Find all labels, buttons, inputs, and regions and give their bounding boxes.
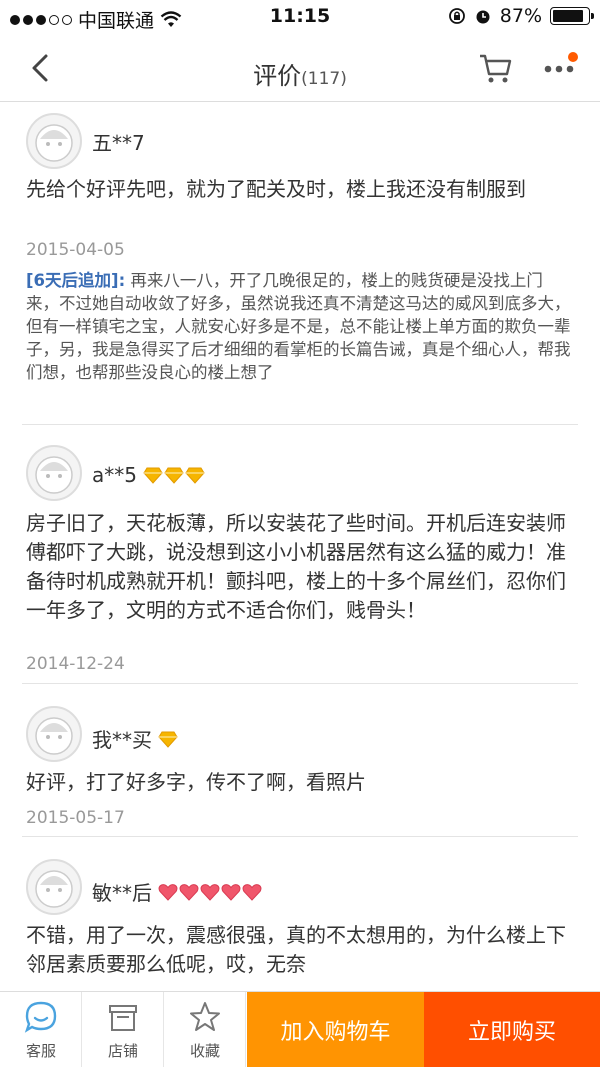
username: 敏**后 bbox=[92, 877, 262, 906]
red-heart-icon bbox=[200, 883, 220, 901]
gold-diamond-icon bbox=[158, 731, 178, 748]
review-followup: [6天后追加]: 再来八一八，开了几晚很足的，楼上的贱货硬是没找上门来，不过她自… bbox=[26, 269, 571, 384]
chat-bubble-icon bbox=[24, 1001, 57, 1033]
cart-icon bbox=[480, 54, 512, 83]
red-heart-icon bbox=[221, 883, 241, 901]
shop-icon bbox=[109, 1005, 137, 1031]
red-heart-icon bbox=[158, 883, 178, 901]
review-content: 房子旧了，天花板薄，所以安装花了些时间。开机后连安装师傅都吓了大跳，说没想到这小… bbox=[26, 511, 566, 622]
credit-badges bbox=[143, 466, 205, 484]
shop-button[interactable]: 店铺 bbox=[82, 992, 164, 1067]
more-button[interactable] bbox=[540, 52, 580, 86]
notification-dot bbox=[568, 52, 578, 62]
battery-icon bbox=[550, 7, 594, 25]
review-date: 2015-04-05 bbox=[26, 240, 125, 260]
rotation-lock-icon bbox=[448, 8, 465, 24]
battery-level bbox=[553, 10, 583, 22]
favorite-label: 收藏 bbox=[189, 1042, 220, 1060]
star-icon bbox=[190, 1002, 220, 1031]
username-text: 我**买 bbox=[92, 728, 152, 752]
username-text: 敏**后 bbox=[92, 881, 152, 905]
shop-label: 店铺 bbox=[107, 1042, 138, 1060]
gold-diamond-icon bbox=[164, 467, 184, 484]
avatar bbox=[26, 113, 82, 169]
default-avatar-icon bbox=[35, 456, 73, 494]
username-text: a**5 bbox=[92, 463, 137, 487]
status-bar: 中国联通 11:15 87% bbox=[0, 0, 600, 34]
review-item: a**5 房子旧了，天花板薄，所以安装花了些时间。开机后连安装师傅都吓了大跳，说… bbox=[22, 425, 578, 684]
customer-service-button[interactable]: 客服 bbox=[0, 992, 82, 1067]
review-content: 先给个好评先吧，就为了配关及时，楼上我还没有制服到 bbox=[26, 177, 526, 201]
default-avatar-icon bbox=[35, 124, 73, 162]
review-item: 敏**后 不错，用了一次，震感很强，真的不太想用的，为什么楼上下邻居素质要那么低… bbox=[22, 837, 578, 991]
nav-bar: 评价(117) bbox=[0, 34, 600, 102]
avatar bbox=[26, 859, 82, 915]
credit-badges bbox=[158, 730, 178, 748]
review-item: 我**买 好评，打了好多字，传不了啊，看照片 2015-05-17 bbox=[22, 684, 578, 837]
review-date: 2014-12-24 bbox=[26, 654, 125, 674]
credit-badges bbox=[158, 883, 262, 901]
default-avatar-icon bbox=[35, 870, 73, 908]
username: a**5 bbox=[92, 463, 205, 487]
customer-service-label: 客服 bbox=[25, 1042, 56, 1060]
username: 我**买 bbox=[92, 724, 178, 753]
page-title-text: 评价 bbox=[253, 62, 302, 90]
username-text: 五**7 bbox=[92, 131, 145, 155]
status-right: 87% bbox=[448, 5, 594, 27]
gold-diamond-icon bbox=[185, 467, 205, 484]
review-item: 五**7 先给个好评先吧，就为了配关及时，楼上我还没有制服到 2015-04-0… bbox=[22, 103, 578, 425]
followup-label: [6天后追加]: bbox=[26, 271, 126, 290]
review-content: 好评，打了好多字，传不了啊，看照片 bbox=[26, 770, 366, 794]
battery-percent: 87% bbox=[499, 5, 542, 27]
add-to-cart-button[interactable]: 加入购物车 bbox=[247, 992, 424, 1067]
favorite-button[interactable]: 收藏 bbox=[164, 992, 246, 1067]
gold-diamond-icon bbox=[143, 467, 163, 484]
red-heart-icon bbox=[179, 883, 199, 901]
default-avatar-icon bbox=[35, 717, 73, 755]
bottom-action-bar: 客服 店铺 收藏 加入购物车 立即购买 bbox=[0, 991, 600, 1067]
review-content: 不错，用了一次，震感很强，真的不太想用的，为什么楼上下邻居素质要那么低呢，哎，无… bbox=[26, 923, 566, 976]
review-count: (117) bbox=[301, 69, 347, 89]
cart-button[interactable] bbox=[476, 48, 516, 88]
username: 五**7 bbox=[92, 127, 145, 156]
avatar bbox=[26, 445, 82, 501]
red-heart-icon bbox=[242, 883, 262, 901]
review-list[interactable]: 五**7 先给个好评先吧，就为了配关及时，楼上我还没有制服到 2015-04-0… bbox=[0, 103, 600, 991]
avatar bbox=[26, 706, 82, 762]
alarm-icon bbox=[476, 10, 490, 24]
buy-now-button[interactable]: 立即购买 bbox=[424, 992, 600, 1067]
review-date: 2015-05-17 bbox=[26, 808, 125, 828]
